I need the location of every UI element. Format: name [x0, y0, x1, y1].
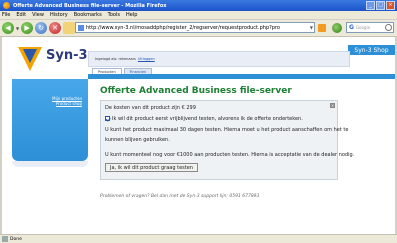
status-text: Done [10, 236, 22, 242]
back-history-dropdown-icon[interactable]: ▼ [16, 26, 19, 31]
menu-edit[interactable]: Edit [16, 12, 26, 18]
reload-icon[interactable]: ↻ [35, 22, 48, 34]
search-magnifier-icon[interactable] [385, 24, 392, 31]
shop-link[interactable]: Syn-3 Shop [348, 45, 395, 55]
google-search-icon[interactable]: G [349, 24, 354, 31]
menu-file[interactable]: File [2, 12, 10, 18]
site-favicon-icon [78, 24, 84, 31]
menu-view[interactable]: View [32, 12, 44, 18]
logo-inner-triangle-icon [23, 49, 37, 63]
trial-checkbox-row[interactable]: Ik wil dit product eerst vrijblijvend te… [105, 116, 303, 122]
page-title: Offerte Advanced Business file-server [100, 86, 292, 96]
page-viewport: Syn-3 Syn-3 Shop Ingelogd als: rekenaars… [0, 37, 397, 234]
menu-help[interactable]: Help [126, 12, 137, 18]
window-titlebar: Offerte Advanced Business file-server - … [0, 0, 397, 11]
address-bar[interactable]: http://www.syn-3.nl/mosaddphp/register_2… [75, 22, 315, 33]
menu-bar: File Edit View History Bookmarks Tools H… [0, 11, 397, 20]
search-input[interactable]: G Google [346, 22, 394, 33]
site-logo[interactable]: Syn-3 [8, 45, 88, 77]
navigation-toolbar: ◀ ▼ ▶ ↻ ✕ http://www.syn-3.nl/mosaddphp/… [0, 20, 397, 37]
address-url[interactable]: http://www.syn-3.nl/mosaddphp/register_2… [86, 25, 280, 31]
start-trial-button[interactable]: Ja, ik wil dit product graag testen [105, 163, 198, 172]
login-status-bar: Ingelogd als: rekenaars Uitloggen [88, 51, 350, 67]
login-label: Ingelogd als: rekenaars [95, 57, 136, 61]
window-title: Offerte Advanced Business file-server - … [13, 2, 167, 9]
close-window-button[interactable]: × [386, 1, 395, 10]
test-limit-text: U kunt momenteel nog voor €1000 aan prod… [105, 152, 355, 158]
firefox-icon [3, 2, 10, 9]
logo-text: Syn-3 [46, 48, 88, 63]
back-arrow-icon[interactable]: ◀ [2, 22, 14, 34]
trial-checkbox[interactable] [105, 116, 110, 121]
status-icon [2, 236, 8, 242]
window-controls: _ □ × [366, 1, 395, 10]
address-dropdown-icon[interactable]: ▼ [310, 25, 313, 30]
menu-tools[interactable]: Tools [108, 12, 120, 18]
header-stripe [88, 74, 395, 79]
trial-info-text-continued: kunnen blijven gebruiken. [105, 137, 170, 143]
sidebar: Mijn producten Product shop [12, 79, 88, 161]
sidebar-item-product-shop[interactable]: Product shop [56, 101, 82, 106]
offer-panel: × De kosten van dit product zijn € 299 I… [100, 100, 354, 180]
logout-link[interactable]: Uitloggen [138, 57, 155, 61]
maximize-button[interactable]: □ [376, 1, 385, 10]
menu-bookmarks[interactable]: Bookmarks [74, 12, 102, 18]
status-bar: Done [0, 234, 397, 243]
rss-feed-icon[interactable] [318, 24, 326, 32]
menu-history[interactable]: History [50, 12, 68, 18]
minimize-button[interactable]: _ [366, 1, 375, 10]
trial-checkbox-label: Ik wil dit product eerst vrijblijvend te… [112, 116, 303, 122]
stop-icon[interactable]: ✕ [49, 22, 62, 34]
home-icon[interactable] [63, 22, 76, 34]
forward-arrow-icon[interactable]: ▶ [21, 22, 34, 34]
trial-info-text: U kunt het product maximaal 30 dagen tes… [105, 127, 349, 133]
close-icon[interactable]: × [330, 103, 335, 108]
search-placeholder: Google [355, 25, 371, 30]
support-footer: Problemen of vragen? Bel dan met de Syn-… [100, 194, 260, 199]
go-arrow-icon[interactable] [332, 23, 342, 33]
sidebar-footer [12, 161, 88, 167]
price-text: De kosten van dit product zijn € 299 [105, 105, 196, 111]
